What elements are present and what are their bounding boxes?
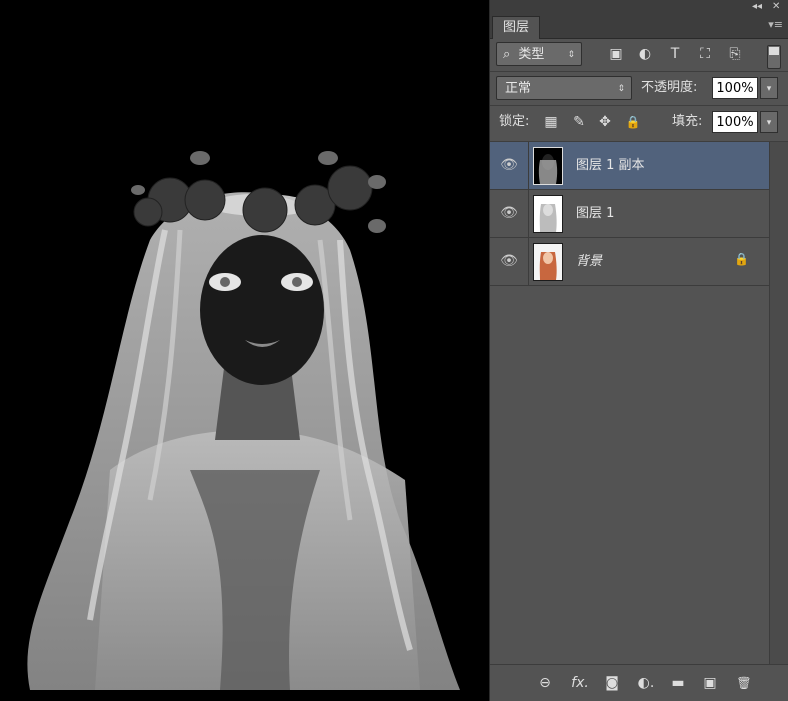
blend-mode-value: 正常 (505, 81, 532, 96)
layers-bottom-bar: ⊖ fx. ◙ ◐. ▬ ▣ 🗑 (490, 664, 788, 701)
fill-label: 填充: (672, 114, 703, 129)
thumbnail-image (539, 204, 557, 232)
add-mask-icon[interactable]: ◙ (602, 673, 622, 693)
new-layer-icon[interactable]: ▣ (700, 673, 720, 693)
layer-row-layer1-copy[interactable]: 👁 图层 1 副本 (490, 142, 769, 190)
lock-brush-icon[interactable]: ✎ (570, 113, 588, 131)
fx-icon[interactable]: fx. (570, 673, 590, 693)
panel-tab-row: 图层 ▾≡ (490, 14, 788, 39)
tab-layers[interactable]: 图层 (492, 16, 541, 39)
layers-scrollbar[interactable] (769, 142, 788, 664)
smart-object-filter-icon[interactable]: ⎘ (726, 45, 744, 63)
visibility-eye-icon[interactable]: 👁 (500, 204, 518, 222)
panel-menu-icon[interactable]: ▾≡ (768, 18, 783, 31)
link-layers-icon[interactable]: ⊖ (535, 673, 555, 693)
fill-input[interactable]: 100% (712, 111, 758, 133)
opacity-input[interactable]: 100% (712, 77, 758, 99)
blend-mode-dropdown[interactable]: 正常 ⇕ (496, 76, 632, 100)
divider (528, 190, 529, 238)
layer-thumbnail (533, 243, 563, 281)
lock-label: 锁定: (499, 114, 530, 129)
trash-icon[interactable]: 🗑 (734, 673, 754, 693)
visibility-eye-icon[interactable]: 👁 (500, 156, 518, 174)
canvas-artwork (27, 151, 460, 691)
search-icon: ⌕ (503, 47, 511, 62)
layer-thumbnail (533, 147, 563, 185)
layer-name[interactable]: 图层 1 (576, 204, 614, 224)
lock-icon: 🔒 (734, 252, 749, 266)
filter-row: ⌕ 类型 ⇕ ▣ ◐ T ⛶ ⎘ (490, 39, 788, 71)
layer-row-background[interactable]: 👁 背景 🔒 (490, 238, 769, 286)
dropdown-arrow-icon: ⇕ (567, 50, 575, 60)
opacity-dropdown-icon[interactable]: ▾ (760, 77, 778, 99)
layer-name[interactable]: 图层 1 副本 (576, 156, 645, 176)
folder-icon[interactable]: ▬ (668, 673, 688, 693)
lock-row: 锁定: ▦ ✎ ✥ 🔒 填充: 100% ▾ (490, 106, 788, 142)
blend-row: 正常 ⇕ 不透明度: 100% ▾ (490, 72, 788, 105)
layer-thumbnail (533, 195, 563, 233)
fill-dropdown-icon[interactable]: ▾ (760, 111, 778, 133)
thumbnail-image (538, 154, 558, 184)
visibility-eye-icon[interactable]: 👁 (500, 252, 518, 270)
panel-title-strip: ◂◂ ✕ (490, 0, 788, 14)
close-icon[interactable]: ✕ (772, 0, 780, 14)
collapse-icon[interactable]: ◂◂ (752, 0, 762, 14)
dropdown-arrow-icon: ⇕ (617, 84, 625, 94)
document-canvas[interactable] (0, 0, 488, 701)
filter-kind-label: 类型 (518, 47, 545, 62)
divider (528, 142, 529, 190)
adjustment-layer-icon[interactable]: ◐. (636, 673, 656, 693)
opacity-label: 不透明度: (641, 80, 698, 95)
lock-all-icon[interactable]: 🔒 (624, 113, 642, 131)
thumbnail-image (539, 252, 557, 280)
divider (528, 238, 529, 286)
layer-name[interactable]: 背景 (576, 252, 602, 272)
type-filter-icon[interactable]: T (666, 45, 684, 63)
filter-toggle-switch[interactable] (767, 45, 781, 69)
lock-move-icon[interactable]: ✥ (596, 113, 614, 131)
filter-kind-dropdown[interactable]: ⌕ 类型 ⇕ (496, 42, 582, 66)
layers-panel: ◂◂ ✕ 图层 ▾≡ ⌕ 类型 ⇕ ▣ ◐ T ⛶ ⎘ 正常 ⇕ 不透明度: 1… (489, 0, 788, 701)
shape-filter-icon[interactable]: ⛶ (696, 45, 714, 63)
lock-transparent-icon[interactable]: ▦ (542, 113, 560, 131)
adjustment-filter-icon[interactable]: ◐ (636, 45, 654, 63)
layer-row-layer1[interactable]: 👁 图层 1 (490, 190, 769, 238)
pixel-filter-icon[interactable]: ▣ (607, 45, 625, 63)
